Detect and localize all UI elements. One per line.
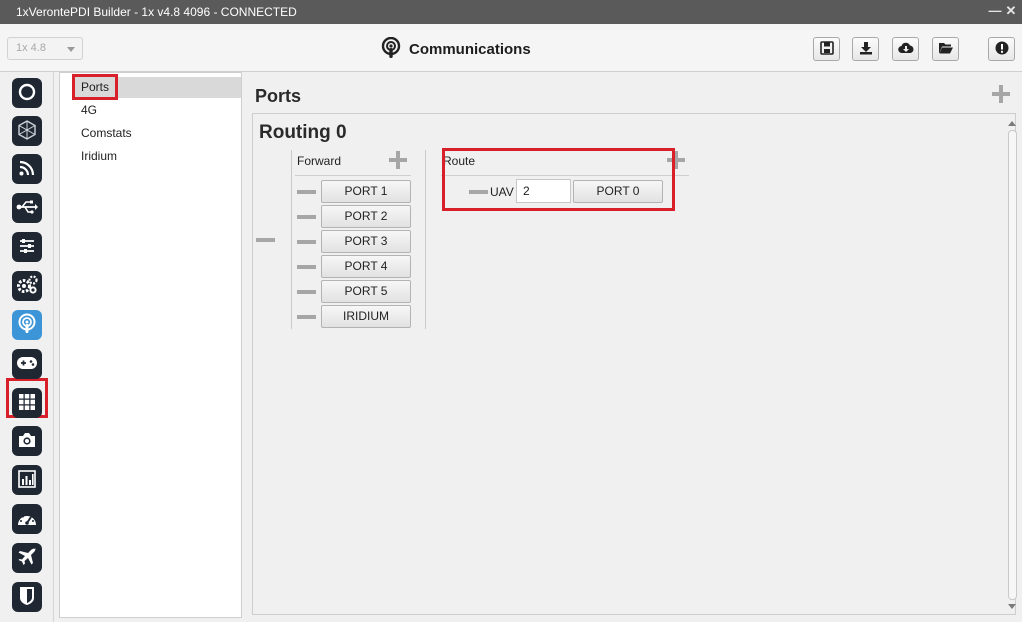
section-divider: [425, 150, 426, 329]
alert-button[interactable]: [988, 37, 1015, 61]
sidebar-item-grid[interactable]: [12, 388, 42, 418]
route-highlight: [442, 148, 675, 211]
shield-icon: [19, 586, 35, 609]
download-button[interactable]: [852, 37, 879, 61]
vertical-scrollbar[interactable]: [1006, 118, 1018, 612]
sidebar-item-camera[interactable]: [12, 426, 42, 456]
hexagon-grid-icon: [17, 119, 37, 143]
forward-port-button[interactable]: PORT 4: [321, 255, 411, 278]
nav-item-4g[interactable]: 4G: [81, 103, 97, 117]
content-title: Ports: [255, 86, 302, 106]
forward-port-button[interactable]: PORT 1: [321, 180, 411, 203]
forward-port-button[interactable]: IRIDIUM: [321, 305, 411, 328]
sidebar-item-telemetry[interactable]: [12, 465, 42, 495]
remove-forward-port-5[interactable]: [297, 290, 316, 294]
nav-item-iridium[interactable]: Iridium: [81, 149, 117, 163]
add-forward-button[interactable]: [389, 151, 407, 169]
minimize-icon[interactable]: —: [988, 4, 1002, 18]
rss-icon: [18, 159, 36, 180]
window-titlebar: 1xVerontePDI Builder - 1x v4.8 4096 - CO…: [0, 0, 1022, 24]
forward-header-divider: [295, 175, 411, 176]
open-folder-button[interactable]: [932, 37, 959, 61]
sidebar-item-usb[interactable]: [12, 193, 42, 223]
podcast-icon: [381, 36, 401, 62]
routing-title: Routing 0: [259, 122, 347, 143]
sidebar-item-power[interactable]: [12, 78, 42, 108]
sidebar: [0, 72, 54, 622]
top-toolbar: 1x 4.8 Communications: [0, 24, 1022, 72]
page-heading: Communications: [381, 36, 531, 62]
remove-forward-port-1[interactable]: [297, 190, 316, 194]
power-ring-icon: [17, 82, 37, 105]
grid-icon: [18, 393, 36, 414]
forward-label: Forward: [297, 154, 342, 168]
bar-chart-icon: [18, 469, 36, 491]
cloud-download-icon: [897, 41, 914, 58]
scrollbar-thumb[interactable]: [1008, 130, 1017, 600]
alert-icon: [995, 41, 1009, 58]
remove-forward-port-3[interactable]: [297, 240, 316, 244]
remove-forward-port-4[interactable]: [297, 265, 316, 269]
remove-routing-button[interactable]: [256, 238, 275, 242]
forward-port-button[interactable]: PORT 3: [321, 230, 411, 253]
forward-port-button[interactable]: PORT 2: [321, 205, 411, 228]
routing-panel: Routing 0 Forward PORT 1 PORT 2 PORT 3 P…: [252, 113, 1018, 615]
save-icon: [819, 40, 834, 58]
add-port-button[interactable]: [992, 85, 1010, 103]
remove-forward-port-iridium[interactable]: [297, 315, 316, 319]
scroll-down-icon[interactable]: [1008, 604, 1016, 609]
podcast-icon: [17, 313, 37, 338]
download-icon: [859, 41, 873, 58]
sidebar-item-communications[interactable]: [12, 310, 42, 340]
usb-icon: [16, 199, 38, 218]
plane-icon: [17, 547, 37, 570]
sidebar-item-dashboard[interactable]: [12, 504, 42, 534]
chevron-down-icon: [67, 47, 75, 52]
sidebar-item-settings[interactable]: [12, 232, 42, 262]
sidebar-item-joystick[interactable]: [12, 349, 42, 379]
version-select-value: 1x 4.8: [16, 42, 46, 54]
window-title: 1xVerontePDI Builder - 1x v4.8 4096 - CO…: [16, 5, 297, 19]
nav-panel: Ports 4G Comstats Iridium: [59, 72, 242, 618]
sliders-icon: [18, 237, 36, 258]
sidebar-item-configuration[interactable]: [12, 271, 42, 301]
nav-item-comstats[interactable]: Comstats: [81, 126, 132, 140]
dashboard-icon: [16, 509, 38, 530]
routing-divider: [291, 150, 292, 329]
page-title: Communications: [409, 40, 531, 58]
folder-open-icon: [938, 41, 954, 58]
main-content: Ports Routing 0 Forward PORT 1 PORT 2 PO…: [246, 72, 1022, 622]
version-select[interactable]: 1x 4.8: [7, 37, 83, 60]
gears-icon: [16, 274, 38, 298]
scroll-up-icon[interactable]: [1008, 121, 1016, 126]
forward-port-button[interactable]: PORT 5: [321, 280, 411, 303]
nav-ports-highlight: [72, 74, 118, 100]
camera-icon: [17, 431, 37, 452]
sidebar-item-flight[interactable]: [12, 543, 42, 573]
sidebar-item-safety[interactable]: [12, 582, 42, 612]
sidebar-item-rss[interactable]: [12, 154, 42, 184]
close-icon[interactable]: ✕: [1004, 4, 1018, 18]
cloud-download-button[interactable]: [892, 37, 919, 61]
remove-forward-port-2[interactable]: [297, 215, 316, 219]
save-button[interactable]: [813, 37, 840, 61]
sidebar-item-platform[interactable]: [12, 116, 42, 146]
gamepad-icon: [16, 356, 38, 373]
